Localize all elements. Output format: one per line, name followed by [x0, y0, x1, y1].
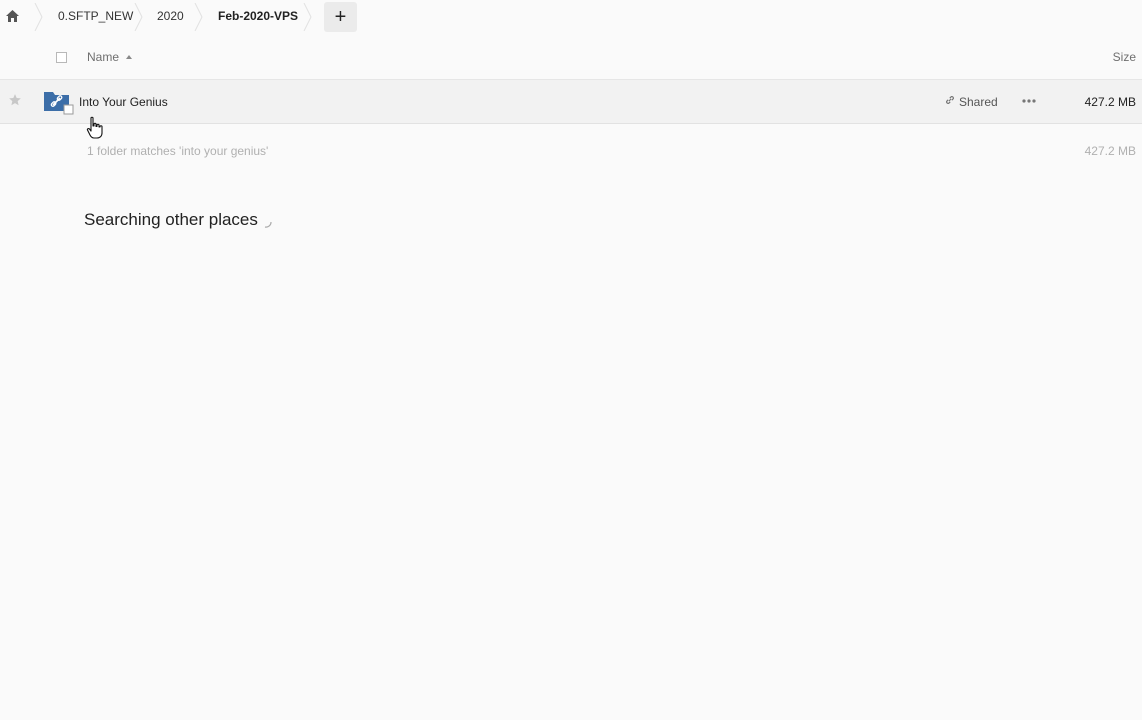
column-header-name[interactable]: Name [87, 50, 119, 64]
breadcrumb-item-sftp-new[interactable]: 0.SFTP_NEW [58, 9, 133, 23]
search-status: Searching other places [84, 210, 258, 229]
chevron-right-icon [34, 3, 43, 31]
select-all-checkbox[interactable] [56, 52, 67, 63]
breadcrumb-item-feb-2020-vps[interactable]: Feb-2020-VPS [218, 9, 298, 23]
chevron-right-icon [134, 3, 143, 31]
search-summary: 1 folder matches 'into your genius' [87, 144, 269, 158]
home-icon[interactable] [4, 8, 20, 24]
file-size: 427.2 MB [1084, 95, 1136, 109]
column-header-size[interactable]: Size [1113, 50, 1136, 64]
breadcrumb-bar: 0.SFTP_NEW 2020 Feb-2020-VPS + [0, 0, 1142, 34]
link-icon [944, 94, 956, 109]
star-icon[interactable] [8, 93, 24, 109]
chevron-right-icon [194, 3, 203, 31]
chevron-right-icon [303, 3, 312, 31]
more-actions-icon[interactable] [1019, 94, 1039, 108]
table-row[interactable]: Into Your Genius Shared 427.2 MB [0, 80, 1142, 124]
shared-label: Shared [959, 94, 998, 109]
file-list-header: Name Size [0, 34, 1142, 80]
breadcrumb-item-2020[interactable]: 2020 [157, 9, 184, 23]
shared-link[interactable]: Shared [944, 94, 998, 109]
shared-folder-icon [44, 90, 74, 115]
file-name[interactable]: Into Your Genius [79, 95, 168, 109]
hand-cursor-icon [86, 116, 104, 140]
loading-spinner-icon [260, 216, 274, 230]
sort-ascending-icon [126, 55, 132, 59]
search-summary-size: 427.2 MB [1084, 144, 1136, 158]
add-new-button[interactable]: + [324, 2, 357, 32]
